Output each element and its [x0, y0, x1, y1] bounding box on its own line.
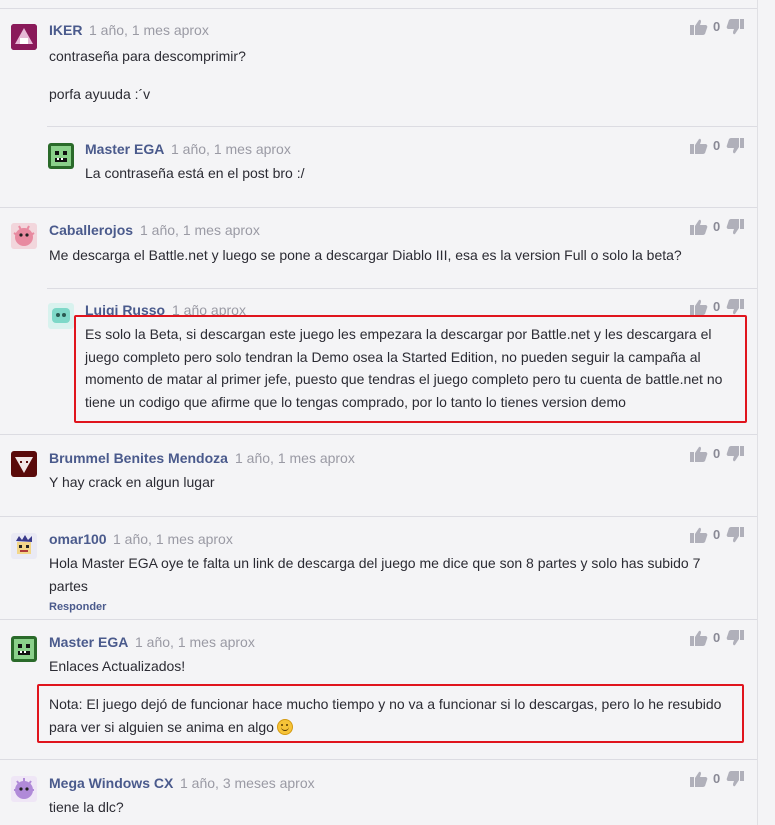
vote-count: 0	[713, 19, 721, 34]
thumbs-up-icon[interactable]	[690, 771, 708, 787]
reply-divider	[47, 126, 757, 127]
comment-text: Nota: El juego dejó de funcionar hace mu…	[49, 696, 722, 712]
comment-divider	[0, 516, 757, 517]
comment-author[interactable]: Master EGA	[85, 141, 164, 157]
comment-text: La contraseña está en el post bro :/	[85, 165, 305, 181]
comment-timestamp: 1 año, 3 meses aprox	[180, 775, 315, 791]
comment-text: partes	[49, 578, 88, 594]
reply-divider	[47, 288, 757, 289]
vote-count: 0	[713, 299, 721, 314]
comment-text: Me descarga el Battle.net y luego se pon…	[49, 247, 682, 263]
vote-count: 0	[713, 138, 721, 153]
comment-timestamp: 1 año, 1 mes aprox	[171, 141, 291, 157]
vote-count: 0	[713, 446, 721, 461]
comment-divider	[0, 759, 757, 760]
thumbs-down-icon[interactable]	[726, 527, 744, 543]
thumbs-up-icon[interactable]	[690, 19, 708, 35]
avatar[interactable]	[11, 451, 37, 477]
comment-text: contraseña para descomprimir?	[49, 48, 246, 64]
comment-timestamp: 1 año, 1 mes aprox	[135, 634, 255, 650]
reply-link[interactable]: Responder	[49, 601, 106, 613]
comments-panel: IKER 1 año, 1 mes aprox contraseña para …	[0, 0, 758, 825]
vote-controls: 0	[690, 630, 744, 646]
comment-text: Y hay crack en algun lugar	[49, 474, 215, 490]
comment-text: para ver si alguien se anima en algo	[49, 719, 274, 735]
comment-author[interactable]: Brummel Benites Mendoza	[49, 450, 228, 466]
comment-timestamp: 1 año, 1 mes aprox	[113, 531, 233, 547]
vote-count: 0	[713, 771, 721, 786]
vote-controls: 0	[690, 299, 744, 315]
comment-divider	[0, 207, 757, 208]
comment-author[interactable]: Master EGA	[49, 634, 128, 650]
thumbs-up-icon[interactable]	[690, 219, 708, 235]
thumbs-up-icon[interactable]	[690, 138, 708, 154]
vote-count: 0	[713, 630, 721, 645]
vote-controls: 0	[690, 219, 744, 235]
avatar[interactable]	[11, 636, 37, 662]
vote-controls: 0	[690, 138, 744, 154]
vote-controls: 0	[690, 19, 744, 35]
avatar[interactable]	[11, 533, 37, 559]
comment-text: Enlaces Actualizados!	[49, 658, 186, 674]
comment-text-line: para ver si alguien se anima en algo	[49, 716, 293, 739]
avatar[interactable]	[11, 24, 37, 50]
vote-controls: 0	[690, 527, 744, 543]
thumbs-down-icon[interactable]	[726, 299, 744, 315]
comment-divider	[0, 619, 757, 620]
comment-text: tiene la dlc?	[49, 799, 124, 815]
comment-text: tiene un codigo que afirme que lo tengas…	[85, 394, 626, 410]
comment-text: Hola Master EGA oye te falta un link de …	[49, 555, 701, 571]
thumbs-down-icon[interactable]	[726, 630, 744, 646]
comment-author[interactable]: omar100	[49, 531, 107, 547]
thumbs-down-icon[interactable]	[726, 771, 744, 787]
avatar[interactable]	[48, 303, 74, 329]
thumbs-down-icon[interactable]	[726, 219, 744, 235]
smiley-emoji-icon	[276, 719, 293, 735]
vote-count: 0	[713, 219, 721, 234]
avatar[interactable]	[48, 143, 74, 169]
thumbs-up-icon[interactable]	[690, 527, 708, 543]
thumbs-down-icon[interactable]	[726, 19, 744, 35]
thumbs-up-icon[interactable]	[690, 446, 708, 462]
thumbs-up-icon[interactable]	[690, 299, 708, 315]
thumbs-down-icon[interactable]	[726, 446, 744, 462]
vote-controls: 0	[690, 771, 744, 787]
vote-count: 0	[713, 527, 721, 542]
vote-controls: 0	[690, 446, 744, 462]
thumbs-up-icon[interactable]	[690, 630, 708, 646]
comment-timestamp: 1 año, 1 mes aprox	[89, 22, 209, 38]
comment-author[interactable]: IKER	[49, 22, 82, 38]
comment-author[interactable]: Caballerojos	[49, 222, 133, 238]
avatar[interactable]	[11, 776, 37, 802]
comment-divider	[0, 8, 757, 9]
thumbs-down-icon[interactable]	[726, 138, 744, 154]
comment-divider	[0, 434, 757, 435]
comment-text: momento de matar al primer jefe, puesto …	[85, 371, 723, 387]
comment-text: porfa ayuuda :´v	[49, 86, 151, 102]
comment-author[interactable]: Mega Windows CX	[49, 775, 173, 791]
avatar[interactable]	[11, 223, 37, 249]
comment-timestamp: 1 año, 1 mes aprox	[235, 450, 355, 466]
comment-text: Es solo la Beta, si descargan este juego…	[85, 326, 712, 342]
comment-timestamp: 1 año, 1 mes aprox	[140, 222, 260, 238]
comment-text: juego completo pero solo tendran la Demo…	[85, 349, 701, 365]
